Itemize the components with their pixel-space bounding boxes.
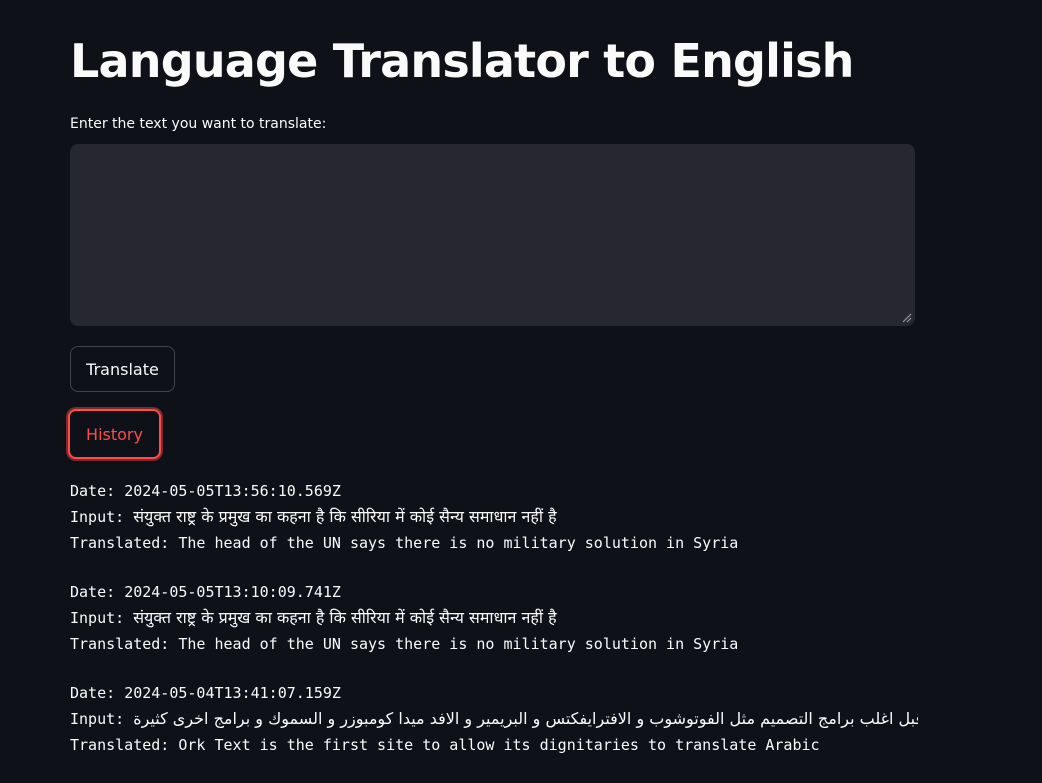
date-prefix: Date: [70, 583, 116, 601]
translated-value: Ork Text is the first site to allow its … [178, 736, 820, 754]
text-input-container [70, 144, 915, 326]
date-prefix: Date: [70, 684, 116, 702]
history-date: Date: 2024-05-04T13:41:07.159Z [70, 680, 918, 706]
history-entry: Date: 2024-05-05T13:56:10.569Z Input: सं… [70, 478, 918, 556]
history-list: Date: 2024-05-05T13:56:10.569Z Input: सं… [70, 478, 918, 781]
app-page: Language Translator to English Enter the… [0, 0, 1042, 783]
page-title: Language Translator to English [70, 34, 854, 88]
translated-prefix: Translated: [70, 736, 170, 754]
translate-button[interactable]: Translate [70, 346, 175, 392]
history-input: Input: संयुक्त राष्ट्र के प्रमुख का कहना… [70, 605, 918, 631]
history-translated: Translated: Ork Text is the first site t… [70, 732, 918, 758]
input-prefix: Input: [70, 710, 125, 728]
input-value: ن قبل اغلب برامج التصميم مثل الفوتوشوب و… [133, 709, 918, 728]
history-button[interactable]: History [68, 409, 161, 459]
text-input[interactable] [70, 144, 915, 326]
translated-value: The head of the UN says there is no mili… [178, 534, 739, 552]
resize-handle-icon[interactable] [902, 313, 912, 323]
input-prefix: Input: [70, 609, 125, 627]
history-date: Date: 2024-05-05T13:56:10.569Z [70, 478, 918, 504]
history-entry: Date: 2024-05-04T13:41:07.159Z Input: ن … [70, 680, 918, 758]
history-entry: Date: 2024-05-05T13:10:09.741Z Input: सं… [70, 579, 918, 657]
history-input: Input: संयुक्त राष्ट्र के प्रमुख का कहना… [70, 504, 918, 530]
text-input-label: Enter the text you want to translate: [70, 116, 327, 132]
date-prefix: Date: [70, 482, 116, 500]
input-value: संयुक्त राष्ट्र के प्रमुख का कहना है कि … [133, 507, 557, 526]
translated-value: The head of the UN says there is no mili… [178, 635, 739, 653]
date-value: 2024-05-04T13:41:07.159Z [124, 684, 341, 702]
translated-prefix: Translated: [70, 534, 170, 552]
translated-prefix: Translated: [70, 635, 170, 653]
history-date: Date: 2024-05-05T13:10:09.741Z [70, 579, 918, 605]
date-value: 2024-05-05T13:56:10.569Z [124, 482, 341, 500]
input-prefix: Input: [70, 508, 125, 526]
history-translated: Translated: The head of the UN says ther… [70, 530, 918, 556]
input-value: संयुक्त राष्ट्र के प्रमुख का कहना है कि … [133, 608, 557, 627]
history-translated: Translated: The head of the UN says ther… [70, 631, 918, 657]
history-input: Input: ن قبل اغلب برامج التصميم مثل الفو… [70, 706, 918, 732]
date-value: 2024-05-05T13:10:09.741Z [124, 583, 341, 601]
